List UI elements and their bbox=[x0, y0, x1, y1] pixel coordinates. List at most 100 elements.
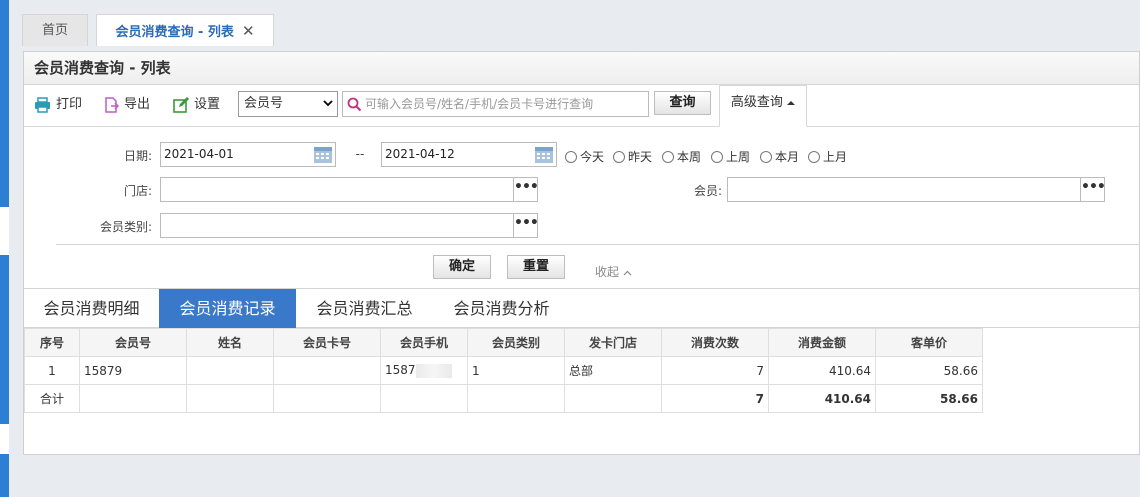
radio-yesterday[interactable]: 昨天 bbox=[613, 148, 652, 165]
store-picker-button[interactable]: ••• bbox=[513, 178, 539, 201]
radio-label: 上月 bbox=[823, 150, 848, 164]
cell-empty bbox=[186, 384, 274, 413]
cell-empty bbox=[79, 384, 187, 413]
col-header[interactable]: 会员类别 bbox=[467, 328, 565, 357]
radio-last-month[interactable]: 上月 bbox=[808, 148, 847, 165]
date-from-value: 2021-04-01 bbox=[164, 147, 234, 161]
search-box bbox=[342, 91, 649, 117]
search-icon bbox=[347, 97, 362, 112]
collapse-label: 收起 bbox=[595, 265, 620, 279]
tab-home-label: 首页 bbox=[41, 23, 68, 38]
table-header-row: 序号 会员号 姓名 会员卡号 会员手机 会员类别 发卡门店 消费次数 消费金额 … bbox=[24, 328, 983, 357]
cell-category: 1 bbox=[467, 356, 565, 385]
calendar-icon[interactable] bbox=[313, 145, 333, 164]
print-label: 打印 bbox=[56, 97, 83, 112]
radio-label: 本月 bbox=[775, 150, 800, 164]
tab-member-consumption[interactable]: 会员消费查询 - 列表 ✕ bbox=[96, 14, 274, 46]
tab-consumption-summary[interactable]: 会员消费汇总 bbox=[296, 289, 433, 328]
cell-phone: 1587 bbox=[380, 356, 468, 385]
store-label: 门店: bbox=[123, 184, 152, 198]
results-table: 序号 会员号 姓名 会员卡号 会员手机 会员类别 发卡门店 消费次数 消费金额 … bbox=[24, 328, 983, 413]
close-icon[interactable]: ✕ bbox=[242, 22, 255, 40]
category-picker-button[interactable]: ••• bbox=[513, 214, 539, 237]
cell-sum-count: 7 bbox=[661, 384, 769, 413]
col-header[interactable]: 序号 bbox=[24, 328, 80, 357]
col-header[interactable]: 消费次数 bbox=[661, 328, 769, 357]
radio-today[interactable]: 今天 bbox=[565, 148, 604, 165]
cell-store: 总部 bbox=[564, 356, 662, 385]
confirm-button[interactable]: 确定 bbox=[433, 255, 491, 279]
radio-label: 昨天 bbox=[628, 150, 653, 164]
date-range-separator: -- bbox=[355, 147, 365, 161]
cell-member-no: 15879 bbox=[79, 356, 187, 385]
result-tabs: 会员消费明细 会员消费记录 会员消费汇总 会员消费分析 bbox=[24, 288, 1139, 328]
tab-label: 会员消费查询 - 列表 bbox=[115, 25, 234, 40]
cell-sum-amount: 410.64 bbox=[768, 384, 876, 413]
radio-label: 上周 bbox=[726, 150, 751, 164]
radio-last-week[interactable]: 上周 bbox=[711, 148, 750, 165]
cell-name bbox=[186, 356, 274, 385]
phone-value: 1587 bbox=[385, 363, 416, 378]
category-field[interactable]: ••• bbox=[160, 213, 539, 238]
category-label: 会员类别: bbox=[99, 220, 152, 234]
radio-label: 本周 bbox=[677, 150, 702, 164]
reset-button[interactable]: 重置 bbox=[507, 255, 565, 279]
main-panel: 会员消费查询 - 列表 打印 导出 设置 会员号 查询 高级查询 日期: 202 bbox=[23, 51, 1140, 455]
table-sum-row: 合计 7 410.64 58.66 bbox=[24, 384, 983, 413]
col-header[interactable]: 消费金额 bbox=[768, 328, 876, 357]
radio-circle bbox=[760, 150, 772, 163]
date-to-value: 2021-04-12 bbox=[385, 147, 455, 161]
query-button[interactable]: 查询 bbox=[654, 91, 711, 115]
export-button[interactable]: 导出 bbox=[103, 95, 150, 115]
caret-up-icon bbox=[787, 101, 796, 105]
search-input[interactable] bbox=[365, 94, 645, 114]
col-header[interactable]: 姓名 bbox=[186, 328, 274, 357]
cell-amount: 410.64 bbox=[768, 356, 876, 385]
cell-empty bbox=[564, 384, 662, 413]
print-button[interactable]: 打印 bbox=[34, 95, 82, 115]
tab-consumption-detail[interactable]: 会员消费明细 bbox=[24, 289, 159, 328]
radio-circle bbox=[565, 150, 577, 163]
edit-icon bbox=[173, 97, 189, 113]
settings-button[interactable]: 设置 bbox=[173, 95, 220, 115]
printer-icon bbox=[35, 97, 50, 113]
cell-no: 1 bbox=[24, 356, 80, 385]
table-row[interactable]: 1 15879 1587 1 总部 7 410.64 58.66 bbox=[24, 356, 983, 385]
radio-this-week[interactable]: 本周 bbox=[662, 148, 701, 165]
left-accent-bar bbox=[0, 0, 9, 497]
col-header[interactable]: 发卡门店 bbox=[564, 328, 662, 357]
date-to-input[interactable]: 2021-04-12 bbox=[381, 142, 557, 167]
calendar-icon[interactable] bbox=[534, 145, 554, 164]
advanced-query-label: 高级查询 bbox=[730, 95, 783, 110]
left-bar-gap bbox=[0, 207, 9, 255]
filter-divider bbox=[56, 244, 1140, 245]
redacted-blur bbox=[415, 363, 452, 378]
chevron-up-icon bbox=[623, 270, 632, 276]
date-label: 日期: bbox=[123, 149, 152, 163]
cell-empty bbox=[467, 384, 565, 413]
col-header[interactable]: 会员手机 bbox=[380, 328, 468, 357]
export-label: 导出 bbox=[124, 97, 151, 112]
toolbar: 打印 导出 设置 会员号 查询 高级查询 bbox=[24, 85, 1139, 127]
page-title: 会员消费查询 - 列表 bbox=[24, 52, 1139, 85]
export-icon bbox=[105, 97, 119, 113]
member-field[interactable]: ••• bbox=[727, 177, 1106, 202]
collapse-link[interactable]: 收起 bbox=[595, 263, 632, 280]
radio-circle bbox=[711, 150, 723, 163]
tab-home[interactable]: 首页 bbox=[22, 14, 88, 46]
cell-sum-label: 合计 bbox=[24, 384, 80, 413]
tab-consumption-analysis[interactable]: 会员消费分析 bbox=[433, 289, 570, 328]
radio-circle bbox=[613, 150, 625, 163]
col-header[interactable]: 客单价 bbox=[875, 328, 983, 357]
member-picker-button[interactable]: ••• bbox=[1080, 178, 1106, 201]
cell-count: 7 bbox=[661, 356, 769, 385]
store-field[interactable]: ••• bbox=[160, 177, 539, 202]
search-field-select[interactable]: 会员号 bbox=[238, 91, 338, 117]
cell-sum-avg: 58.66 bbox=[875, 384, 983, 413]
radio-this-month[interactable]: 本月 bbox=[760, 148, 799, 165]
advanced-query-button[interactable]: 高级查询 bbox=[719, 85, 807, 127]
date-from-input[interactable]: 2021-04-01 bbox=[160, 142, 336, 167]
tab-consumption-records[interactable]: 会员消费记录 bbox=[159, 289, 296, 328]
col-header[interactable]: 会员号 bbox=[79, 328, 187, 357]
col-header[interactable]: 会员卡号 bbox=[273, 328, 381, 357]
